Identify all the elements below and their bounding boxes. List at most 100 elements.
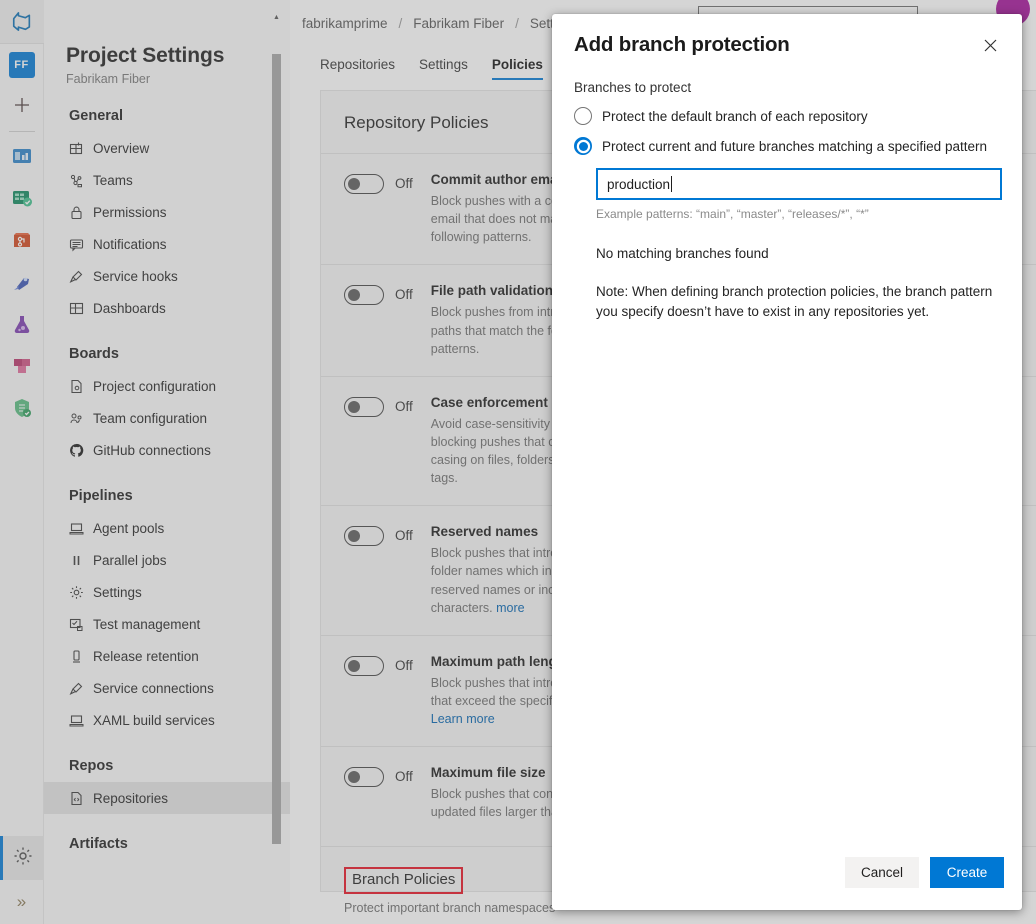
sidebar-item-xaml-build-services[interactable]: XAML build services: [44, 704, 290, 736]
sidebar-item-label: Overview: [93, 141, 149, 156]
policy-toggle-group[interactable]: Off: [344, 524, 413, 617]
sidebar-item-pipelines-settings[interactable]: Settings: [44, 576, 290, 608]
sidebar-item-overview[interactable]: Overview: [44, 132, 290, 164]
close-icon[interactable]: [974, 29, 1006, 61]
rail-project-badge[interactable]: FF: [0, 44, 44, 86]
sidebar-item-permissions[interactable]: Permissions: [44, 196, 290, 228]
policy-learn-more-link[interactable]: Learn more: [431, 712, 495, 726]
rail-hub-testplans[interactable]: [0, 303, 44, 345]
sidebar-group-repos: Repos: [44, 736, 290, 782]
sidebar-item-label: Permissions: [93, 205, 167, 220]
radio-button[interactable]: [574, 107, 592, 125]
sidebar-item-label: Repositories: [93, 791, 168, 806]
policy-toggle-group[interactable]: Off: [344, 172, 413, 246]
rail-hub-repos[interactable]: [0, 219, 44, 261]
tab-repositories[interactable]: Repositories: [320, 57, 395, 80]
toggle-switch[interactable]: [344, 397, 384, 417]
chevron-double-right-icon: »: [17, 892, 26, 912]
sidebar-item-label: Settings: [93, 585, 142, 600]
dashboard-icon: [69, 301, 84, 316]
radio-option-pattern[interactable]: Protect current and future branches matc…: [574, 137, 1000, 155]
rail-divider: [9, 131, 35, 132]
sidebar-item-teams[interactable]: Teams: [44, 164, 290, 196]
azure-devops-logo-icon[interactable]: [0, 0, 44, 44]
sidebar-item-service-connections[interactable]: Service connections: [44, 672, 290, 704]
config-icon: [69, 379, 84, 394]
rail-hub-artifacts[interactable]: [0, 345, 44, 387]
branch-pattern-input[interactable]: production: [596, 168, 1002, 200]
artifacts-hub-icon: [10, 354, 34, 378]
toggle-knob: [348, 401, 360, 413]
policy-toggle-group[interactable]: Off: [344, 283, 413, 357]
sidebar-item-label: Test management: [93, 617, 200, 632]
sidebar-item-service-hooks[interactable]: Service hooks: [44, 260, 290, 292]
sidebar-scrollbar[interactable]: ▲: [272, 12, 281, 912]
testplans-hub-icon: [10, 312, 34, 336]
sidebar-item-release-retention[interactable]: Release retention: [44, 640, 290, 672]
policy-toggle-group[interactable]: Off: [344, 654, 413, 728]
scroll-up-arrow[interactable]: ▲: [272, 12, 281, 22]
sidebar-item-agent-pools[interactable]: Agent pools: [44, 512, 290, 544]
cancel-button[interactable]: Cancel: [845, 857, 919, 888]
sidebar-item-notifications[interactable]: Notifications: [44, 228, 290, 260]
sidebar-item-label: Service connections: [93, 681, 214, 696]
toggle-knob: [348, 178, 360, 190]
policy-learn-more-link[interactable]: more: [496, 601, 524, 615]
boards-hub-icon: [10, 186, 34, 210]
dialog-footer: Cancel Create: [552, 857, 1022, 910]
plus-icon: [13, 96, 31, 118]
rail-hub-boards[interactable]: [0, 177, 44, 219]
sidebar-item-parallel-jobs[interactable]: Parallel jobs: [44, 544, 290, 576]
retention-icon: [69, 649, 84, 664]
sidebar-item-github-connections[interactable]: GitHub connections: [44, 434, 290, 466]
rail-hub-pipelines[interactable]: [0, 261, 44, 303]
tab-policies[interactable]: Policies: [492, 57, 543, 80]
lock-icon: [69, 205, 84, 220]
rail-hub-security[interactable]: [0, 387, 44, 429]
rail-expand-button[interactable]: »: [0, 880, 44, 924]
sidebar-item-label: Parallel jobs: [93, 553, 167, 568]
agent-icon: [69, 713, 84, 728]
toggle-switch[interactable]: [344, 174, 384, 194]
rail-bottom-group: »: [0, 836, 44, 924]
sidebar-item-dashboards[interactable]: Dashboards: [44, 292, 290, 324]
radio-label: Protect current and future branches matc…: [602, 139, 987, 154]
tab-settings[interactable]: Settings: [419, 57, 468, 80]
sidebar-scroll-thumb[interactable]: [272, 54, 281, 844]
dialog-body: Branches to protect Protect the default …: [552, 61, 1022, 857]
policy-toggle-group[interactable]: Off: [344, 395, 413, 488]
test-icon: [69, 617, 84, 632]
sidebar-item-label: Notifications: [93, 237, 167, 252]
radio-button-selected[interactable]: [574, 137, 592, 155]
toggle-switch[interactable]: [344, 767, 384, 787]
branch-pattern-value: production: [607, 177, 670, 192]
github-icon: [69, 443, 84, 458]
toggle-knob: [348, 771, 360, 783]
team-config-icon: [69, 411, 84, 426]
policy-toggle-group[interactable]: Off: [344, 765, 413, 828]
breadcrumb-separator: /: [515, 16, 519, 31]
breadcrumb-org[interactable]: fabrikamprime: [302, 16, 388, 31]
project-settings-sidebar: Project Settings Fabrikam Fiber General …: [44, 0, 290, 924]
sidebar-item-label: Dashboards: [93, 301, 166, 316]
toggle-switch[interactable]: [344, 656, 384, 676]
sidebar-item-team-configuration[interactable]: Team configuration: [44, 402, 290, 434]
toggle-switch[interactable]: [344, 526, 384, 546]
create-button[interactable]: Create: [930, 857, 1004, 888]
sidebar-item-label: XAML build services: [93, 713, 215, 728]
sidebar-header: Project Settings Fabrikam Fiber: [44, 0, 290, 86]
rail-hub-overview[interactable]: [0, 135, 44, 177]
gear-icon: [13, 846, 33, 871]
global-nav-rail: FF: [0, 0, 44, 924]
sidebar-item-repositories[interactable]: Repositories: [44, 782, 290, 814]
rail-settings-button[interactable]: [0, 836, 44, 880]
rail-add-button[interactable]: [0, 86, 44, 128]
toggle-switch[interactable]: [344, 285, 384, 305]
repos-hub-icon: [10, 228, 34, 252]
overview-hub-icon: [10, 144, 34, 168]
sidebar-item-test-management[interactable]: Test management: [44, 608, 290, 640]
pipelines-hub-icon: [10, 270, 34, 294]
breadcrumb-project[interactable]: Fabrikam Fiber: [413, 16, 504, 31]
sidebar-item-project-configuration[interactable]: Project configuration: [44, 370, 290, 402]
radio-option-default-branch[interactable]: Protect the default branch of each repos…: [574, 107, 1000, 125]
